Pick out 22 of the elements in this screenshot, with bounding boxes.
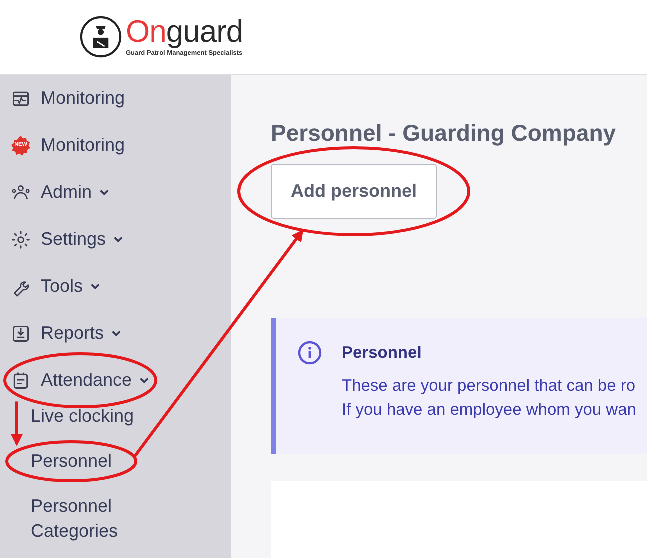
sidebar-item[interactable]: Attendance bbox=[11, 367, 150, 394]
sidebar-item[interactable]: Reports bbox=[11, 320, 122, 347]
sidebar-item[interactable]: Admin bbox=[11, 179, 110, 206]
alert-text: These are your personnel that can be ro bbox=[342, 376, 636, 397]
sun-icon bbox=[11, 230, 31, 250]
sidebar-item[interactable]: Monitoring bbox=[11, 85, 126, 112]
guard-logo-icon bbox=[80, 16, 122, 58]
download-icon bbox=[11, 324, 31, 344]
calendar-icon bbox=[11, 370, 31, 390]
submenu-item[interactable]: Personnel bbox=[31, 449, 112, 474]
alert-title: Personnel bbox=[342, 343, 423, 364]
annotation-arrow bbox=[11, 402, 23, 446]
logo-wordmark: Onguard bbox=[126, 16, 244, 46]
page-title: Personnel - Guarding Company bbox=[271, 119, 618, 147]
submenu-item[interactable]: Live clocking bbox=[31, 404, 134, 429]
people-icon bbox=[11, 182, 31, 202]
add-personnel-button[interactable]: Add personnel bbox=[271, 164, 438, 219]
submenu-item[interactable]: Personnel Categories bbox=[31, 494, 141, 544]
sidebar-item[interactable]: Settings bbox=[11, 226, 124, 253]
sidebar-item[interactable]: Tools bbox=[11, 273, 102, 300]
alert-text: If you have an employee whom you wan bbox=[342, 400, 636, 421]
info-icon bbox=[298, 341, 322, 365]
